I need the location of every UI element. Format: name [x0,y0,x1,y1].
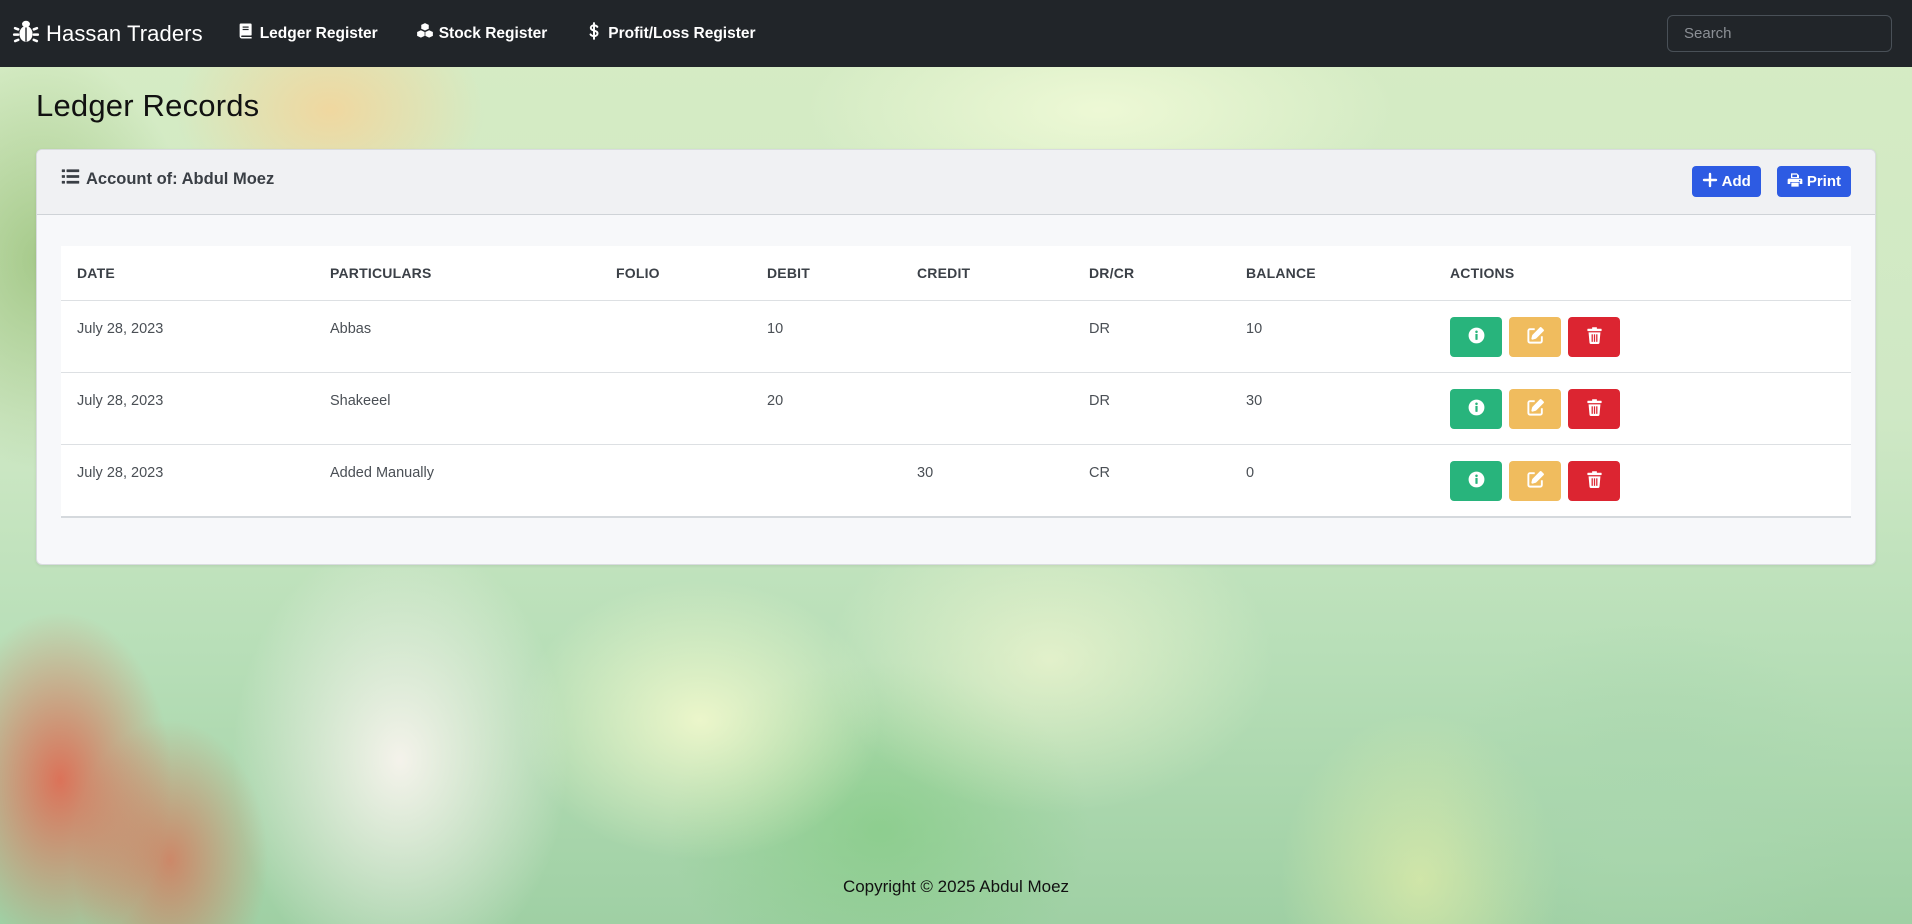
table-row: July 28, 2023 Shakeeel 20 DR 30 [61,372,1851,445]
cell-balance: 10 [1230,300,1434,373]
cell-actions [1434,300,1851,373]
delete-button[interactable] [1568,316,1620,357]
info-icon [1467,398,1486,420]
edit-icon [1526,398,1545,420]
cell-balance: 0 [1246,464,1255,481]
cell-credit [901,372,1073,445]
cell-credit [901,300,1073,373]
row-actions [1450,388,1835,429]
cell-credit: 30 [917,464,934,481]
card-header-actions: Add Print [1691,166,1851,197]
cubes-icon [416,22,434,45]
print-button[interactable]: Print [1776,166,1851,197]
dollar-icon [585,22,603,45]
cell-debit: 20 [751,372,901,445]
ledger-card: Account of: Abdul Moez Add Print DATE PA… [36,149,1876,565]
brand[interactable]: Hassan Traders [12,17,203,51]
account-title-text: Account of: Abdul Moez [86,169,275,188]
cell-balance: 30 [1230,372,1434,445]
ledger-table-wrapper: DATE PARTICULARS FOLIO DEBIT CREDIT DR/C… [61,246,1851,518]
list-icon [61,167,80,191]
table-header-row: DATE PARTICULARS FOLIO DEBIT CREDIT DR/C… [61,246,1851,301]
add-button-label: Add [1721,173,1751,190]
cell-date: July 28, 2023 [77,464,164,481]
nav-stock-register-label: Stock Register [438,24,548,42]
column-header-balance: BALANCE [1230,246,1434,301]
bug-logo-icon [12,17,40,51]
print-button-label: Print [1806,173,1841,190]
info-icon [1467,326,1486,348]
card-header: Account of: Abdul Moez Add Print [37,150,1875,215]
plus-icon [1702,172,1718,192]
row-actions [1450,460,1835,501]
cell-folio [600,300,751,373]
column-header-credit: CREDIT [901,246,1073,301]
top-navbar: Hassan Traders Ledger Register Stock Reg… [0,0,1912,67]
cell-particulars: Added Manually [330,464,434,481]
column-header-particulars: PARTICULARS [314,246,600,301]
nav-ledger-register-label: Ledger Register [259,24,378,42]
cell-date: July 28, 2023 [61,372,314,445]
row-actions [1450,316,1835,357]
nav-ledger-register[interactable]: Ledger Register [237,22,378,45]
nav-profit-loss-register[interactable]: Profit/Loss Register [585,22,756,45]
column-header-actions: ACTIONS [1434,246,1851,301]
footer-copyright: Copyright © 2025 Abdul Moez [842,877,1070,896]
cell-debit [751,444,901,516]
cell-particulars: Abbas [314,300,600,373]
account-title: Account of: Abdul Moez [61,167,274,191]
delete-button[interactable] [1568,388,1620,429]
edit-icon [1526,326,1545,348]
cell-drcr: DR [1073,300,1230,373]
cell-actions [1434,372,1851,445]
trash-icon [1585,470,1604,492]
view-details-button[interactable] [1450,460,1502,501]
cell-particulars: Shakeeel [314,372,600,445]
cell-drcr: DR [1073,372,1230,445]
cell-debit: 10 [751,300,901,373]
page-title: Ledger Records [36,88,260,123]
edit-icon [1526,470,1545,492]
cell-folio [600,444,751,516]
search-input[interactable] [1667,15,1892,52]
edit-button[interactable] [1509,460,1561,501]
delete-button[interactable] [1568,460,1620,501]
add-button[interactable]: Add [1691,166,1761,197]
cell-date: July 28, 2023 [61,300,314,373]
cell-drcr: CR [1089,464,1110,481]
column-header-debit: DEBIT [751,246,901,301]
view-details-button[interactable] [1450,388,1502,429]
column-header-drcr: DR/CR [1073,246,1230,301]
cell-folio [600,372,751,445]
book-icon [237,22,255,45]
ledger-table: DATE PARTICULARS FOLIO DEBIT CREDIT DR/C… [61,246,1851,516]
trash-icon [1585,398,1604,420]
table-row: July 28, 2023 Abbas 10 DR 10 [61,300,1851,373]
trash-icon [1585,326,1604,348]
view-details-button[interactable] [1450,316,1502,357]
printer-icon [1787,172,1803,192]
column-header-folio: FOLIO [600,246,751,301]
brand-name: Hassan Traders [46,20,203,46]
edit-button[interactable] [1509,388,1561,429]
column-header-date: DATE [61,246,314,301]
nav-profit-loss-register-label: Profit/Loss Register [608,24,756,42]
edit-button[interactable] [1509,316,1561,357]
table-row: July 28, 2023 Added Manually 30 CR 0 [61,444,1851,516]
cell-actions [1434,444,1851,516]
nav-stock-register[interactable]: Stock Register [416,22,548,45]
info-icon [1467,470,1486,492]
